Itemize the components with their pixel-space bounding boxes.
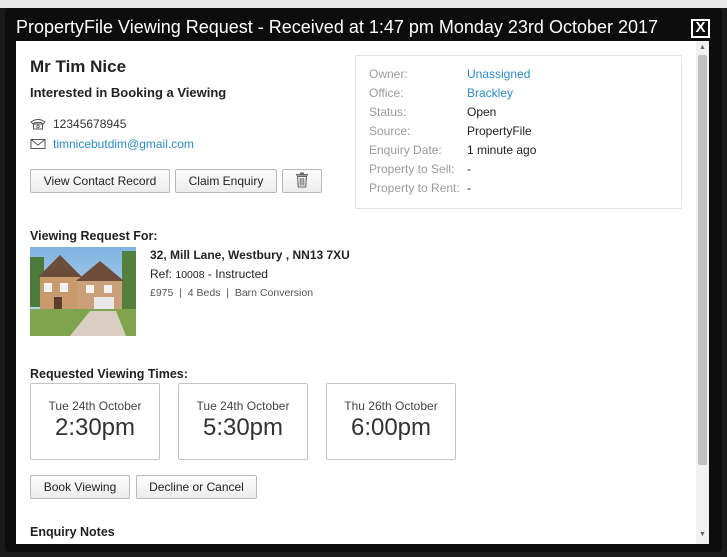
slot-time: 5:30pm: [202, 414, 284, 441]
trash-icon: [295, 172, 309, 191]
ref-prefix: Ref:: [150, 267, 173, 281]
slot-date: Thu 26th October: [344, 399, 438, 413]
slot-date: Tue 24th October: [196, 399, 290, 413]
email-row: timnicebutdim@gmail.com: [30, 137, 194, 151]
enquiry-type: Interested in Booking a Viewing: [30, 85, 227, 100]
contact-name: Mr Tim Nice: [30, 57, 127, 76]
claim-enquiry-button[interactable]: Claim Enquiry: [175, 169, 277, 193]
status-value: Open: [467, 105, 497, 119]
close-button[interactable]: X: [691, 19, 710, 38]
decline-or-cancel-button[interactable]: Decline or Cancel: [136, 475, 257, 499]
property-ref: Ref: 10008 - Instructed: [150, 267, 268, 281]
scroll-down-arrow-icon[interactable]: ▼: [696, 530, 709, 540]
owner-link[interactable]: Unassigned: [467, 67, 530, 81]
phone-icon: [30, 118, 46, 130]
ref-status: - Instructed: [207, 267, 268, 281]
slot-date: Tue 24th October: [48, 399, 142, 413]
office-link[interactable]: Brackley: [467, 86, 513, 100]
envelope-icon: [30, 138, 46, 150]
property-address-link[interactable]: 32, Mill Lane, Westbury , NN13 7XU: [150, 248, 350, 262]
info-label: Status:: [369, 105, 407, 119]
enquiry-notes-heading: Enquiry Notes: [30, 525, 115, 539]
info-label: Property to Sell:: [369, 162, 455, 176]
viewing-slot-2[interactable]: Tue 24th October 5:30pm: [178, 383, 308, 460]
info-label: Owner:: [369, 67, 408, 81]
info-row-office: Office: Brackley: [369, 86, 513, 100]
book-viewing-button[interactable]: Book Viewing: [30, 475, 130, 499]
property-to-rent-value: -: [467, 181, 471, 195]
email-link[interactable]: timnicebutdim@gmail.com: [53, 137, 194, 151]
slot-time: 6:00pm: [350, 414, 432, 441]
source-value: PropertyFile: [467, 124, 532, 138]
scroll-thumb[interactable]: [698, 55, 707, 465]
property-photo[interactable]: [30, 247, 136, 336]
enquiry-info-panel: Owner: Unassigned Office: Brackley Statu…: [355, 55, 682, 209]
delete-enquiry-button[interactable]: [282, 169, 322, 193]
background-page-strip: [0, 0, 727, 8]
info-label: Office:: [369, 86, 404, 100]
enquiry-date-value: 1 minute ago: [467, 143, 537, 157]
modal-content: Mr Tim Nice Interested in Booking a View…: [16, 41, 709, 544]
info-row-owner: Owner: Unassigned: [369, 67, 530, 81]
info-label: Property to Rent:: [369, 181, 460, 195]
phone-number: 12345678945: [53, 117, 127, 131]
ref-number: 10008: [175, 269, 205, 281]
info-label: Enquiry Date:: [369, 143, 442, 157]
viewing-request-modal: PropertyFile Viewing Request - Received …: [5, 8, 722, 552]
view-contact-record-button[interactable]: View Contact Record: [30, 169, 170, 193]
vertical-scrollbar[interactable]: ▲ ▼: [696, 41, 709, 544]
modal-title: PropertyFile Viewing Request - Received …: [16, 17, 659, 37]
info-row-property-to-sell: Property to Sell: -: [369, 162, 471, 176]
info-row-source: Source: PropertyFile: [369, 124, 532, 138]
info-row-enquiry-date: Enquiry Date: 1 minute ago: [369, 143, 536, 157]
viewing-request-heading: Viewing Request For:: [30, 229, 158, 243]
viewing-slot-1[interactable]: Tue 24th October 2:30pm: [30, 383, 160, 460]
requested-times-heading: Requested Viewing Times:: [30, 367, 188, 381]
slot-time: 2:30pm: [54, 414, 136, 441]
scroll-up-arrow-icon[interactable]: ▲: [696, 43, 709, 53]
property-details: £975 | 4 Beds | Barn Conversion: [150, 287, 314, 299]
viewing-slot-3[interactable]: Thu 26th October 6:00pm: [326, 383, 456, 460]
info-row-property-to-rent: Property to Rent: -: [369, 181, 471, 195]
phone-row: 12345678945: [30, 117, 126, 131]
info-row-status: Status: Open: [369, 105, 496, 119]
info-label: Source:: [369, 124, 411, 138]
property-to-sell-value: -: [467, 162, 471, 176]
